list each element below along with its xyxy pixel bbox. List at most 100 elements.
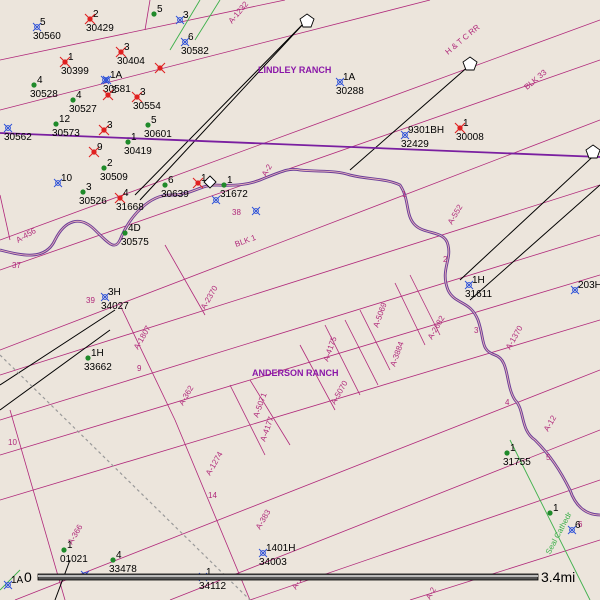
well-number-label: 1: [68, 52, 74, 63]
well-number-label: 1H: [91, 348, 104, 359]
survey-label: 14: [208, 491, 217, 500]
survey-label: 39: [86, 296, 95, 305]
well-api-label: 30008: [456, 132, 484, 143]
well-api-label: 30573: [52, 128, 80, 139]
gas-well-icon[interactable]: [80, 570, 90, 580]
survey-label: 5: [546, 453, 551, 462]
oil-well-icon[interactable]: 2 30509: [100, 158, 128, 183]
well-number-label: 3: [86, 182, 92, 193]
dry-well-icon[interactable]: 1 30399: [59, 52, 89, 77]
ranch-label-anderson: ANDERSON RANCH: [252, 368, 339, 378]
survey-label: A-1370: [504, 324, 525, 351]
survey-label: A-1232: [227, 0, 251, 25]
dry-well-icon[interactable]: 3 30554: [131, 87, 161, 112]
survey-label: A-5071: [251, 391, 268, 419]
well-number-label: 1A: [343, 72, 356, 83]
gas-well-icon[interactable]: 6 30582: [180, 32, 209, 57]
oil-well-icon[interactable]: 1 31755: [503, 443, 531, 468]
well-number-label: 1: [463, 118, 469, 129]
oil-well-icon[interactable]: 5 30601: [144, 115, 172, 140]
dry-well-icon[interactable]: [154, 62, 166, 74]
survey-label: A-362: [177, 384, 196, 407]
well-number-label: 4: [76, 90, 82, 101]
gas-well-icon[interactable]: 1 34112: [198, 567, 227, 592]
dry-well-icon[interactable]: 9: [88, 142, 103, 158]
map-canvas[interactable]: LINDLEY RANCH ANDERSON RANCH H & T C RR …: [0, 0, 600, 600]
survey-label: A-1274: [204, 450, 225, 477]
well-number-label: 9: [97, 142, 103, 153]
well-api-label: 33478: [109, 564, 137, 575]
survey-label: 10: [8, 438, 17, 447]
gas-well-icon[interactable]: 1H 31611: [464, 275, 493, 300]
well-number-label: 12: [59, 114, 71, 125]
well-number-label: 1: [510, 443, 516, 454]
well-api-label: 30509: [100, 172, 128, 183]
dry-well-icon[interactable]: 4 31668: [114, 188, 144, 213]
oil-well-icon[interactable]: 4 33478: [109, 550, 137, 575]
well-number-label: 6: [168, 175, 174, 186]
dry-well-icon[interactable]: 3: [98, 120, 113, 136]
oil-well-icon[interactable]: 6 30639: [161, 175, 189, 200]
dry-well-icon[interactable]: 1: [192, 173, 207, 189]
oil-well-icon[interactable]: 4 30528: [30, 75, 58, 100]
gas-well-icon[interactable]: 3H 34027: [100, 287, 129, 312]
oil-well-icon[interactable]: 1H 33662: [84, 348, 112, 373]
dry-well-icon[interactable]: 3 30404: [115, 42, 145, 67]
well-number-label: 10: [61, 173, 73, 184]
well-api-label: 30639: [161, 189, 189, 200]
block-label-1: BLK 1: [234, 233, 258, 249]
survey-label: A-552: [446, 203, 465, 226]
dry-well-icon[interactable]: 2 30429: [84, 9, 114, 34]
survey-label: 3: [474, 326, 479, 335]
well-number-label: 6: [575, 520, 581, 531]
gas-well-icon[interactable]: 3: [175, 10, 189, 25]
gas-well-icon[interactable]: 1401H 34003: [258, 543, 295, 568]
well-number-label: 1: [227, 175, 233, 186]
well-number-label: 1: [67, 540, 73, 551]
gas-well-icon[interactable]: [251, 206, 261, 216]
survey-label: 37: [12, 261, 21, 270]
dry-well-icon[interactable]: 1 30008: [454, 118, 484, 143]
well-number-label: 5: [40, 17, 46, 28]
gas-well-icon[interactable]: 10: [53, 173, 73, 188]
survey-label: A-2682: [426, 314, 447, 341]
well-number-label: 1401H: [266, 543, 295, 554]
gas-well-icon[interactable]: 6: [567, 520, 581, 535]
gas-well-icon[interactable]: 9301BH 32429: [400, 125, 444, 150]
well-number-label: 5: [151, 115, 157, 126]
well-api-label: 31611: [465, 289, 493, 300]
gas-well-icon[interactable]: 1A30581: [102, 70, 131, 95]
well-api-label: 34112: [199, 581, 227, 592]
gas-well-icon[interactable]: 30562: [3, 123, 32, 143]
well-number-label: 3: [183, 10, 189, 21]
well-api-label: 30560: [33, 31, 61, 42]
well-number-label: 4: [116, 550, 122, 561]
gas-well-icon[interactable]: [211, 195, 221, 205]
oil-well-icon[interactable]: 3 30526: [79, 182, 107, 207]
survey-label: A-1: [290, 575, 304, 591]
oil-well-icon[interactable]: 5: [151, 4, 163, 17]
gas-well-icon[interactable]: 5 30560: [32, 17, 61, 42]
well-api-label: 30575: [121, 237, 149, 248]
survey-label: A-2: [424, 585, 438, 600]
gas-well-icon[interactable]: 203H: [570, 280, 600, 295]
oil-well-icon[interactable]: 12 30573: [52, 114, 80, 139]
well-number-label: 1: [206, 567, 212, 578]
oil-well-icon[interactable]: 1 31672: [220, 175, 248, 200]
well-number-label: 203H: [578, 280, 600, 291]
gas-well-icon[interactable]: 1A: [3, 575, 24, 590]
well-number-label: 1H: [472, 275, 485, 286]
oil-well-icon[interactable]: 4D 30575: [121, 223, 149, 248]
well-number-label: 1A: [110, 70, 123, 81]
well-api-label: 31668: [116, 202, 144, 213]
oil-well-icon[interactable]: 1: [547, 503, 559, 516]
well-api-label: 31755: [503, 457, 531, 468]
oil-well-icon[interactable]: 4 30527: [69, 90, 97, 115]
gas-well-icon[interactable]: 1A 30288: [335, 72, 364, 97]
well-api-label: 30601: [144, 129, 172, 140]
well-number-label: 4D: [128, 223, 141, 234]
well-api-label: 34027: [101, 301, 129, 312]
well-api-label: 30404: [117, 56, 145, 67]
well-api-label: 31672: [220, 189, 248, 200]
survey-label: 38: [232, 208, 241, 217]
